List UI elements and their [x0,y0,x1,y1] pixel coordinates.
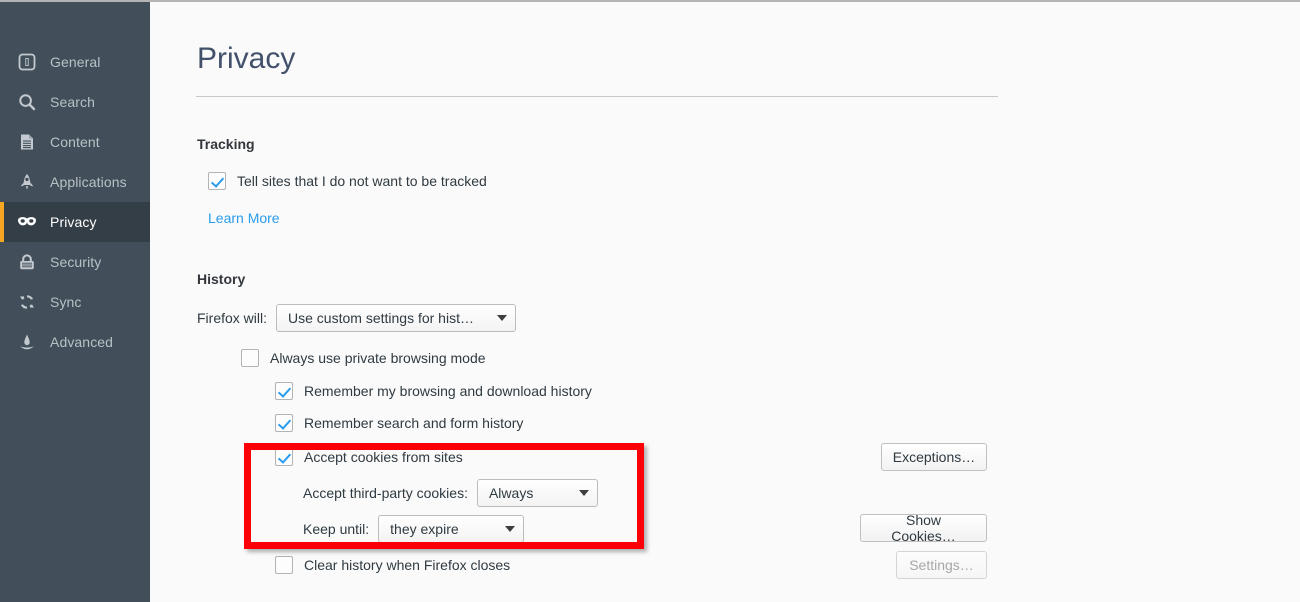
gear-advanced-icon [16,331,38,353]
sidebar-item-general[interactable]: General [0,42,150,82]
lock-icon [16,251,38,273]
clear-history-row[interactable]: Clear history when Firefox closes [275,556,510,574]
firefox-preferences-window: General Search Content Applications Priv… [0,0,1300,602]
preferences-content: Privacy Tracking Tell sites that I do no… [150,2,1300,602]
sidebar-item-label: Privacy [50,214,97,230]
accept-cookies-label: Accept cookies from sites [304,449,463,465]
sync-icon [16,291,38,313]
keep-until-value: they expire [390,521,459,537]
content-icon [16,131,38,153]
show-cookies-button[interactable]: Show Cookies… [860,512,987,544]
chevron-down-icon [578,490,589,496]
sidebar-item-content[interactable]: Content [0,122,150,162]
title-divider [196,96,998,97]
firefox-will-label: Firefox will: [197,310,268,326]
private-browsing-checkbox[interactable] [241,349,259,367]
sidebar-item-label: Applications [50,174,127,190]
remember-forms-checkbox[interactable] [275,414,293,432]
firefox-will-select[interactable]: Use custom settings for hist… [276,304,517,332]
remember-history-checkbox[interactable] [275,382,293,400]
firefox-will-value: Use custom settings for hist… [288,310,474,326]
mask-icon [16,211,38,233]
sidebar-item-label: Security [50,254,102,270]
history-section-heading: History [197,271,246,287]
chevron-down-icon [497,315,508,321]
accept-cookies-checkbox[interactable] [275,448,293,466]
sidebar-item-label: General [50,54,101,70]
private-browsing-row[interactable]: Always use private browsing mode [241,349,486,367]
learn-more-link[interactable]: Learn More [208,211,280,225]
settings-button[interactable]: Settings… [896,551,987,579]
private-browsing-label: Always use private browsing mode [270,350,486,366]
sidebar-item-label: Sync [50,294,82,310]
sidebar-item-sync[interactable]: Sync [0,282,150,322]
keep-until-label: Keep until: [303,521,370,537]
general-icon [16,51,38,73]
firefox-will-row: Firefox will: Use custom settings for hi… [197,304,517,332]
tracking-section-heading: Tracking [197,136,255,152]
clear-history-checkbox[interactable] [275,556,293,574]
page-title: Privacy [197,42,296,75]
keep-until-row: Keep until: they expire [303,515,525,543]
clear-history-label: Clear history when Firefox closes [304,557,511,573]
third-party-cookies-label: Accept third-party cookies: [303,485,468,501]
keep-until-select[interactable]: they expire [378,515,525,543]
do-not-track-checkbox[interactable] [208,172,226,190]
third-party-cookies-row: Accept third-party cookies: Always [303,479,598,507]
preferences-sidebar: General Search Content Applications Priv… [0,2,150,602]
do-not-track-row[interactable]: Tell sites that I do not want to be trac… [208,172,487,190]
sidebar-item-label: Search [50,94,95,110]
rocket-icon [16,171,38,193]
third-party-cookies-value: Always [488,485,534,501]
chevron-down-icon [505,526,516,532]
remember-forms-row[interactable]: Remember search and form history [275,414,523,432]
remember-history-label: Remember my browsing and download histor… [304,383,592,399]
sidebar-item-label: Advanced [50,334,114,350]
sidebar-item-label: Content [50,134,100,150]
sidebar-item-search[interactable]: Search [0,82,150,122]
sidebar-item-applications[interactable]: Applications [0,162,150,202]
exceptions-button[interactable]: Exceptions… [881,443,987,471]
third-party-cookies-select[interactable]: Always [476,479,598,507]
remember-history-row[interactable]: Remember my browsing and download histor… [275,382,592,400]
accept-cookies-row[interactable]: Accept cookies from sites [275,448,463,466]
sidebar-item-advanced[interactable]: Advanced [0,322,150,362]
do-not-track-label: Tell sites that I do not want to be trac… [237,173,487,189]
search-icon [16,91,38,113]
sidebar-item-privacy[interactable]: Privacy [0,202,150,242]
remember-forms-label: Remember search and form history [304,415,524,431]
sidebar-item-security[interactable]: Security [0,242,150,282]
